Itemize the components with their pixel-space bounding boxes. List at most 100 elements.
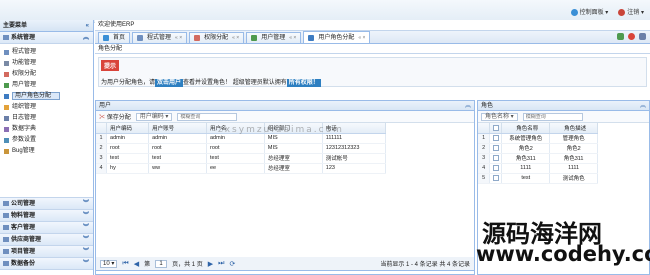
table-cell: admin [106, 133, 150, 144]
table-row[interactable]: 3 角色311 角色311 [478, 153, 598, 164]
sidebar-item[interactable]: 用户角色分配 [0, 91, 93, 102]
row-checkbox[interactable] [492, 134, 499, 141]
collapse-icon[interactable]: ︽ [465, 101, 471, 111]
row-number: 1 [478, 133, 491, 144]
tab-close-icon[interactable]: « × [289, 33, 296, 43]
column-header[interactable]: 用户账号 [148, 123, 207, 134]
table-cell: 12312312323 [322, 143, 387, 154]
expand-icon[interactable]: ︾ [83, 222, 89, 234]
users-search-input[interactable] [177, 112, 238, 121]
sidebar-section[interactable]: 数据备份 ︾ [0, 258, 93, 270]
sidebar-item[interactable]: 程式管理 [0, 47, 93, 58]
dictionary-icon [4, 127, 9, 132]
roles-panel-title: 角色 ︽ [478, 101, 649, 111]
expand-icon[interactable]: ︾ [83, 198, 89, 210]
table-cell: 角色311 [501, 153, 551, 164]
section-toggle-icon[interactable]: ︽ [83, 32, 89, 44]
bug-icon [4, 149, 9, 154]
column-header[interactable]: 角色名称 [501, 123, 551, 134]
row-checkbox-cell [489, 153, 503, 164]
sidebar-item[interactable]: 功能管理 [0, 58, 93, 69]
table-cell: test [206, 153, 265, 164]
folder-icon [3, 260, 9, 266]
expand-icon[interactable]: ︾ [83, 210, 89, 222]
collapse-left-icon[interactable]: « [86, 20, 89, 32]
sidebar-section-system[interactable]: 系统管理 ︽ [0, 32, 93, 44]
expand-icon[interactable]: ︾ [83, 246, 89, 258]
tab[interactable]: 程式管理 « × [132, 32, 188, 43]
first-page-icon[interactable]: ⏮ [122, 260, 128, 268]
roles-search-input[interactable] [522, 112, 583, 121]
row-number: 5 [478, 173, 491, 184]
watermark-url: www.codehy.com [476, 242, 650, 266]
column-header[interactable]: 用户编码 [106, 123, 150, 134]
tab[interactable]: 用户管理 « × [246, 32, 302, 43]
sidebar-item[interactable]: 组织管理 [0, 102, 93, 113]
row-number: 2 [478, 143, 491, 154]
expand-icon[interactable]: ︾ [83, 258, 89, 270]
select-all-checkbox[interactable] [492, 124, 499, 131]
tab-close-icon[interactable]: « × [358, 33, 365, 43]
control-panel-link[interactable]: 控制面板 ▾ [570, 7, 608, 16]
table-row[interactable]: 2 角色2 角色2 [478, 143, 598, 154]
sidebar-bottom-sections: 公司管理 ︾ 物料管理 ︾ 客户管理 ︾ 供应商管理 ︾ 项目管理 ︾ 数据备份 ︾ [0, 198, 93, 270]
table-cell: 1111 [549, 163, 598, 174]
row-number: 1 [96, 133, 107, 144]
sidebar-item[interactable]: 日志管理 [0, 113, 93, 124]
last-page-icon[interactable]: ⏭ [218, 260, 224, 268]
page-label: 第 [144, 262, 151, 268]
row-number: 3 [478, 153, 491, 164]
table-cell: 总经理室 [264, 153, 323, 164]
page-size-select[interactable]: 10 ▾ [100, 259, 118, 268]
folder-icon [3, 248, 9, 254]
tab-close-icon[interactable]: « × [175, 33, 182, 43]
table-cell: 测试角色 [549, 173, 598, 184]
page-number-input[interactable]: 1 [155, 259, 168, 268]
tab-close-icon[interactable]: « × [232, 33, 239, 43]
row-checkbox[interactable] [492, 154, 499, 161]
row-checkbox[interactable] [492, 164, 499, 171]
table-row[interactable]: 4 hy ww ee 总经理室 123 [96, 163, 387, 174]
sidebar-item[interactable]: 数据字典 [0, 124, 93, 135]
tab[interactable]: 用户角色分配 « × [303, 31, 371, 43]
settings-icon [4, 138, 9, 143]
save-icon: ✂ [99, 115, 106, 121]
sidebar-item[interactable]: Bug管理 [0, 146, 93, 157]
sidebar-section[interactable]: 客户管理 ︾ [0, 222, 93, 234]
collapse-icon[interactable]: ︽ [640, 101, 646, 111]
table-row[interactable]: 1 系统管理角色 管理角色 [478, 133, 598, 144]
sidebar-title: 主要菜单 « [0, 20, 93, 32]
maximize-icon[interactable] [639, 33, 646, 40]
table-row[interactable]: 2 root root root MIS 12312312323 [96, 143, 387, 154]
save-assignment-button[interactable]: ✂ 保存分配 [99, 112, 131, 121]
sidebar-section[interactable]: 项目管理 ︾ [0, 246, 93, 258]
top-actions: 控制面板 ▾ 注销 ▾ [570, 7, 644, 16]
sidebar-section[interactable]: 供应商管理 ︾ [0, 234, 93, 246]
next-page-icon[interactable]: ▶ [208, 260, 213, 268]
sidebar-item[interactable]: 用户管理 [0, 80, 93, 91]
users-filter-select[interactable]: 用户编码 ▾ [135, 112, 173, 121]
table-cell: ww [148, 163, 207, 174]
tab[interactable]: 首页 [98, 32, 131, 43]
close-all-icon[interactable] [628, 33, 635, 40]
row-checkbox-cell [489, 133, 503, 144]
sidebar-item[interactable]: 权限分配 [0, 69, 93, 80]
roles-filter-select[interactable]: 角色名称 ▾ [481, 112, 518, 121]
logout-link[interactable]: 注销 ▾ [618, 7, 644, 16]
sidebar-section[interactable]: 物料管理 ︾ [0, 210, 93, 222]
prev-page-icon[interactable]: ◀ [134, 260, 139, 268]
table-row[interactable]: 3 test test test 总经理室 测试帐号 [96, 153, 387, 164]
table-row[interactable]: 5 test 测试角色 [478, 173, 598, 184]
reload-icon[interactable]: ⟳ [229, 260, 235, 268]
sidebar-section[interactable]: 公司管理 ︾ [0, 198, 93, 210]
expand-icon[interactable]: ︾ [83, 234, 89, 246]
row-checkbox[interactable] [492, 174, 499, 181]
tab[interactable]: 权限分配 « × [189, 32, 245, 43]
control-panel-icon [570, 8, 578, 16]
table-row[interactable]: 4 1111 1111 [478, 163, 598, 174]
column-header[interactable]: 角色描述 [549, 123, 598, 134]
row-checkbox[interactable] [492, 144, 499, 151]
refresh-icon[interactable] [617, 33, 624, 40]
table-cell: ee [206, 163, 265, 174]
sidebar-item[interactable]: 参数设置 [0, 135, 93, 146]
